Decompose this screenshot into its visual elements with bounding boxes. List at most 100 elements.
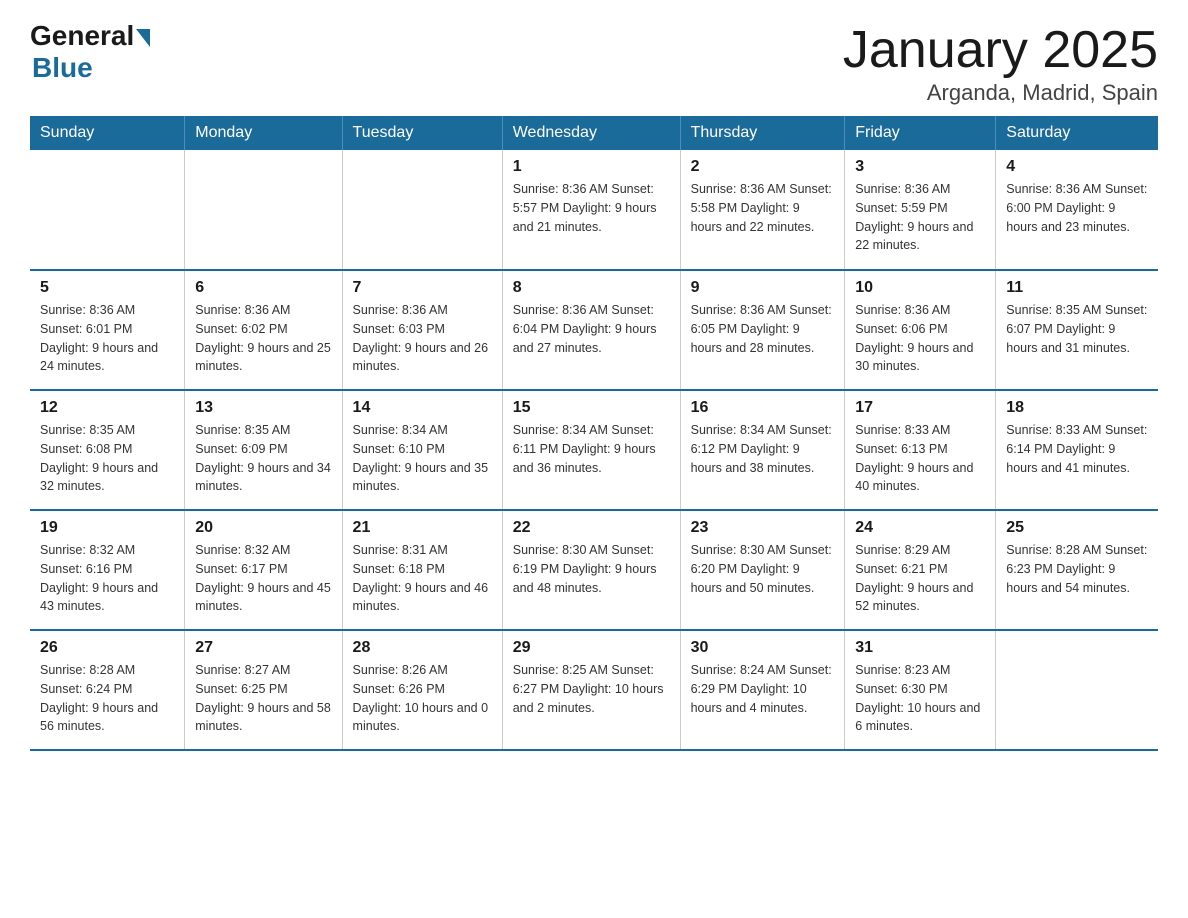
- day-info: Sunrise: 8:36 AM Sunset: 6:00 PM Dayligh…: [1006, 180, 1148, 236]
- day-number: 11: [1006, 279, 1148, 297]
- calendar-cell: 9 Sunrise: 8:36 AM Sunset: 6:05 PM Daylig…: [680, 270, 845, 390]
- calendar-cell: 24Sunrise: 8:29 AM Sunset: 6:21 PM Dayli…: [845, 510, 996, 630]
- day-number: 1: [513, 158, 670, 176]
- day-number: 8: [513, 279, 670, 297]
- day-info: Sunrise: 8:24 AM Sunset: 6:29 PM Dayligh…: [691, 661, 835, 717]
- calendar-cell: 19 Sunrise: 8:32 AM Sunset: 6:16 PM Dayli…: [30, 510, 185, 630]
- calendar-cell: 13 Sunrise: 8:35 AM Sunset: 6:09 PM Dayli…: [185, 390, 342, 510]
- day-header-sunday: Sunday: [30, 116, 185, 150]
- calendar-cell: 2 Sunrise: 8:36 AM Sunset: 5:58 PM Daylig…: [680, 150, 845, 270]
- calendar-cell: [342, 150, 502, 270]
- day-info: Sunrise: 8:34 AM Sunset: 6:12 PM Dayligh…: [691, 421, 835, 477]
- day-number: 22: [513, 519, 670, 537]
- day-info: Sunrise: 8:36 AM Sunset: 6:04 PM Dayligh…: [513, 301, 670, 357]
- calendar-week-row: 1 Sunrise: 8:36 AM Sunset: 5:57 PM Daylig…: [30, 150, 1158, 270]
- calendar-table: SundayMondayTuesdayWednesdayThursdayFrid…: [30, 116, 1158, 751]
- logo-general-text: General: [30, 20, 134, 52]
- calendar-week-row: 19 Sunrise: 8:32 AM Sunset: 6:16 PM Dayli…: [30, 510, 1158, 630]
- calendar-cell: 18 Sunrise: 8:33 AM Sunset: 6:14 PM Dayli…: [996, 390, 1158, 510]
- calendar-cell: 12 Sunrise: 8:35 AM Sunset: 6:08 PM Dayli…: [30, 390, 185, 510]
- day-info: Sunrise: 8:36 AM Sunset: 5:58 PM Dayligh…: [691, 180, 835, 236]
- day-number: 21: [353, 519, 492, 537]
- day-info: Sunrise: 8:25 AM Sunset: 6:27 PM Dayligh…: [513, 661, 670, 717]
- calendar-header-row: SundayMondayTuesdayWednesdayThursdayFrid…: [30, 116, 1158, 150]
- day-info: Sunrise: 8:34 AM Sunset: 6:11 PM Dayligh…: [513, 421, 670, 477]
- day-number: 20: [195, 519, 331, 537]
- day-number: 30: [691, 639, 835, 657]
- calendar-week-row: 12 Sunrise: 8:35 AM Sunset: 6:08 PM Dayli…: [30, 390, 1158, 510]
- day-info: Sunrise: 8:36 AM Sunset: 6:06 PM Dayligh…: [855, 301, 985, 376]
- day-header-wednesday: Wednesday: [502, 116, 680, 150]
- day-number: 7: [353, 279, 492, 297]
- day-number: 13: [195, 399, 331, 417]
- day-info: Sunrise: 8:30 AM Sunset: 6:20 PM Dayligh…: [691, 541, 835, 597]
- calendar-cell: [185, 150, 342, 270]
- day-header-tuesday: Tuesday: [342, 116, 502, 150]
- logo: General Blue: [30, 20, 150, 84]
- day-number: 12: [40, 399, 174, 417]
- calendar-cell: 1 Sunrise: 8:36 AM Sunset: 5:57 PM Daylig…: [502, 150, 680, 270]
- day-info: Sunrise: 8:36 AM Sunset: 6:03 PM Dayligh…: [353, 301, 492, 376]
- day-header-friday: Friday: [845, 116, 996, 150]
- day-number: 3: [855, 158, 985, 176]
- calendar-cell: 20 Sunrise: 8:32 AM Sunset: 6:17 PM Dayli…: [185, 510, 342, 630]
- day-number: 2: [691, 158, 835, 176]
- day-info: Sunrise: 8:31 AM Sunset: 6:18 PM Dayligh…: [353, 541, 492, 616]
- day-info: Sunrise: 8:28 AM Sunset: 6:24 PM Dayligh…: [40, 661, 174, 736]
- day-number: 24: [855, 519, 985, 537]
- day-info: Sunrise: 8:23 AM Sunset: 6:30 PM Dayligh…: [855, 661, 985, 736]
- day-number: 17: [855, 399, 985, 417]
- day-number: 9: [691, 279, 835, 297]
- page-header: General Blue January 2025 Arganda, Madri…: [30, 20, 1158, 106]
- calendar-cell: 31 Sunrise: 8:23 AM Sunset: 6:30 PM Dayli…: [845, 630, 996, 750]
- day-info: Sunrise: 8:26 AM Sunset: 6:26 PM Dayligh…: [353, 661, 492, 736]
- day-number: 18: [1006, 399, 1148, 417]
- calendar-cell: 28 Sunrise: 8:26 AM Sunset: 6:26 PM Dayli…: [342, 630, 502, 750]
- calendar-title: January 2025: [843, 20, 1158, 80]
- day-number: 5: [40, 279, 174, 297]
- calendar-cell: 16Sunrise: 8:34 AM Sunset: 6:12 PM Dayli…: [680, 390, 845, 510]
- day-info: Sunrise: 8:36 AM Sunset: 6:01 PM Dayligh…: [40, 301, 174, 376]
- day-info: Sunrise: 8:32 AM Sunset: 6:17 PM Dayligh…: [195, 541, 331, 616]
- day-number: 28: [353, 639, 492, 657]
- day-number: 29: [513, 639, 670, 657]
- day-info: Sunrise: 8:35 AM Sunset: 6:08 PM Dayligh…: [40, 421, 174, 496]
- day-info: Sunrise: 8:36 AM Sunset: 5:57 PM Dayligh…: [513, 180, 670, 236]
- calendar-cell: 11 Sunrise: 8:35 AM Sunset: 6:07 PM Dayli…: [996, 270, 1158, 390]
- logo-blue-text: Blue: [32, 52, 93, 84]
- day-info: Sunrise: 8:33 AM Sunset: 6:14 PM Dayligh…: [1006, 421, 1148, 477]
- calendar-cell: 27 Sunrise: 8:27 AM Sunset: 6:25 PM Dayli…: [185, 630, 342, 750]
- day-info: Sunrise: 8:35 AM Sunset: 6:09 PM Dayligh…: [195, 421, 331, 496]
- day-number: 19: [40, 519, 174, 537]
- day-info: Sunrise: 8:35 AM Sunset: 6:07 PM Dayligh…: [1006, 301, 1148, 357]
- day-info: Sunrise: 8:36 AM Sunset: 6:05 PM Dayligh…: [691, 301, 835, 357]
- day-number: 14: [353, 399, 492, 417]
- logo-arrow-icon: [136, 29, 150, 47]
- day-info: Sunrise: 8:30 AM Sunset: 6:19 PM Dayligh…: [513, 541, 670, 597]
- day-number: 4: [1006, 158, 1148, 176]
- calendar-cell: 7 Sunrise: 8:36 AM Sunset: 6:03 PM Daylig…: [342, 270, 502, 390]
- calendar-cell: [996, 630, 1158, 750]
- day-header-saturday: Saturday: [996, 116, 1158, 150]
- day-header-thursday: Thursday: [680, 116, 845, 150]
- day-number: 6: [195, 279, 331, 297]
- day-info: Sunrise: 8:32 AM Sunset: 6:16 PM Dayligh…: [40, 541, 174, 616]
- day-info: Sunrise: 8:27 AM Sunset: 6:25 PM Dayligh…: [195, 661, 331, 736]
- calendar-cell: 21 Sunrise: 8:31 AM Sunset: 6:18 PM Dayli…: [342, 510, 502, 630]
- day-number: 31: [855, 639, 985, 657]
- calendar-cell: 6 Sunrise: 8:36 AM Sunset: 6:02 PM Daylig…: [185, 270, 342, 390]
- calendar-cell: 30 Sunrise: 8:24 AM Sunset: 6:29 PM Dayli…: [680, 630, 845, 750]
- day-info: Sunrise: 8:34 AM Sunset: 6:10 PM Dayligh…: [353, 421, 492, 496]
- day-number: 10: [855, 279, 985, 297]
- day-info: Sunrise: 8:33 AM Sunset: 6:13 PM Dayligh…: [855, 421, 985, 496]
- day-number: 27: [195, 639, 331, 657]
- calendar-cell: 23 Sunrise: 8:30 AM Sunset: 6:20 PM Dayli…: [680, 510, 845, 630]
- calendar-cell: 5 Sunrise: 8:36 AM Sunset: 6:01 PM Daylig…: [30, 270, 185, 390]
- calendar-cell: 26Sunrise: 8:28 AM Sunset: 6:24 PM Dayli…: [30, 630, 185, 750]
- calendar-cell: 25Sunrise: 8:28 AM Sunset: 6:23 PM Dayli…: [996, 510, 1158, 630]
- calendar-week-row: 5 Sunrise: 8:36 AM Sunset: 6:01 PM Daylig…: [30, 270, 1158, 390]
- calendar-subtitle: Arganda, Madrid, Spain: [843, 80, 1158, 106]
- day-number: 15: [513, 399, 670, 417]
- day-info: Sunrise: 8:36 AM Sunset: 6:02 PM Dayligh…: [195, 301, 331, 376]
- day-number: 23: [691, 519, 835, 537]
